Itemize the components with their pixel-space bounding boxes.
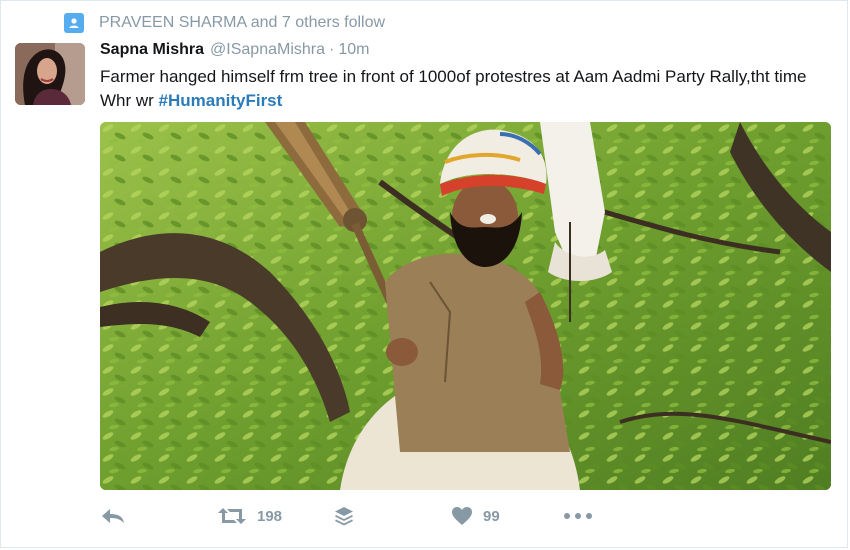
social-context[interactable]: PRAVEEN SHARMA and 7 others follow bbox=[64, 11, 385, 35]
more-icon bbox=[563, 511, 593, 521]
author-username[interactable]: @ISapnaMishra bbox=[210, 41, 325, 59]
retweet-count: 198 bbox=[257, 507, 283, 525]
user-follow-icon bbox=[64, 13, 84, 33]
retweet-button[interactable]: 198 bbox=[217, 501, 282, 531]
author-fullname[interactable]: Sapna Mishra bbox=[100, 41, 204, 59]
tweet-header: Sapna Mishra @ISapnaMishra · 10m bbox=[100, 41, 369, 63]
tweet-photo[interactable] bbox=[100, 122, 831, 490]
reply-button[interactable] bbox=[100, 501, 126, 531]
heart-icon bbox=[451, 506, 473, 526]
header-separator: · bbox=[329, 41, 335, 58]
buffer-button[interactable] bbox=[333, 501, 355, 531]
avatar[interactable] bbox=[15, 43, 85, 105]
reply-icon bbox=[100, 506, 126, 526]
like-count: 99 bbox=[483, 507, 500, 525]
tweet-card[interactable]: PRAVEEN SHARMA and 7 others follow Sapna… bbox=[0, 0, 848, 548]
tweet-actions: 198 99 bbox=[100, 501, 831, 531]
social-context-text: PRAVEEN SHARMA and 7 others follow bbox=[99, 14, 386, 31]
like-button[interactable]: 99 bbox=[451, 501, 500, 531]
tweet-timestamp[interactable]: 10m bbox=[338, 41, 369, 59]
retweet-icon bbox=[217, 506, 247, 526]
more-button[interactable] bbox=[563, 501, 593, 531]
hashtag-link[interactable]: #HumanityFirst bbox=[159, 91, 283, 110]
tweet-text: Farmer hanged himself frm tree in front … bbox=[100, 65, 820, 113]
layers-icon bbox=[333, 505, 355, 527]
